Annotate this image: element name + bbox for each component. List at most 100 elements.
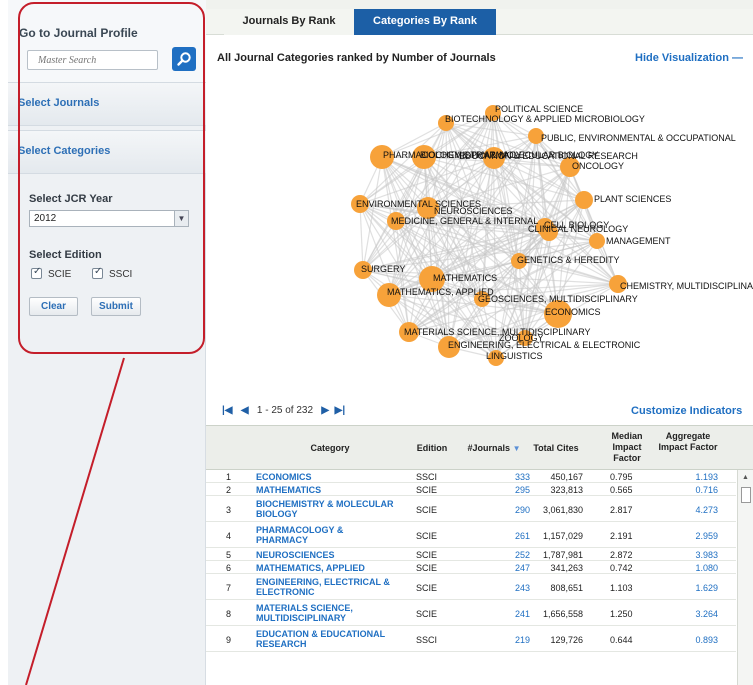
col-aggregate-impact[interactable]: Aggregate Impact Factor	[658, 431, 718, 453]
tab-categories-by-rank[interactable]: Categories By Rank	[354, 9, 496, 35]
category-link[interactable]: ENGINEERING, ELECTRICAL & ELECTRONIC	[256, 577, 396, 597]
journals-count-link[interactable]: 261	[510, 531, 530, 541]
table-row: 5 NEUROSCIENCES SCIE 252 1,787,981 2.872 3.983	[206, 548, 736, 561]
row-edition: SCIE	[416, 609, 438, 619]
row-edition: SCIE	[416, 583, 438, 593]
network-node-label: ECONOMICS	[545, 307, 601, 317]
journals-count-link[interactable]: 252	[510, 550, 530, 560]
col-journals[interactable]: #Journals ▼	[462, 443, 526, 454]
tab-journals-by-rank[interactable]: Journals By Rank	[224, 9, 354, 35]
journals-count-link[interactable]: 295	[510, 485, 530, 495]
network-node-label: ENGINEERING, ELECTRICAL & ELECTRONIC	[448, 340, 641, 350]
network-node-label: MATERIALS SCIENCE, MULTIDISCIPLINARY	[404, 327, 591, 337]
row-median-impact: 0.565	[610, 485, 633, 495]
row-total-cites: 1,656,558	[542, 609, 583, 619]
network-node-label: SURGERY	[361, 264, 405, 274]
journals-count-link[interactable]: 333	[510, 472, 530, 482]
network-node-label: MATHEMATICS	[433, 273, 497, 283]
network-node-label: CHEMISTRY, MULTIDISCIPLINARY	[620, 281, 753, 291]
category-link[interactable]: MATHEMATICS	[256, 485, 396, 495]
sort-desc-icon: ▼	[512, 444, 521, 453]
sidebar-highlight	[18, 2, 205, 354]
col-journals-label: #Journals	[467, 443, 511, 453]
row-rank: 4	[226, 531, 232, 541]
table-row: 6 MATHEMATICS, APPLIED SCIE 247 341,263 0.742…	[206, 561, 736, 574]
pager-range: 1 - 25 of 232	[256, 405, 314, 416]
aggregate-impact-link[interactable]: 0.893	[676, 635, 718, 645]
aggregate-impact-link[interactable]: 4.273	[676, 505, 718, 515]
row-edition: SSCI	[416, 472, 438, 482]
row-median-impact: 0.795	[610, 472, 633, 482]
network-node-label: MANAGEMENT	[606, 236, 671, 246]
network-edge	[359, 203, 364, 271]
row-total-cites: 450,167	[550, 472, 583, 482]
category-link[interactable]: ECONOMICS	[256, 472, 396, 482]
row-rank: 9	[226, 635, 232, 645]
network-node-label: CELL BIOLOGY	[544, 220, 609, 230]
category-link[interactable]: BIOCHEMISTRY & MOLECULAR BIOLOGY	[256, 499, 396, 519]
row-rank: 6	[226, 563, 232, 573]
row-median-impact: 0.742	[610, 563, 633, 573]
col-median-impact[interactable]: Median Impact Factor	[604, 431, 650, 464]
row-edition: SCIE	[416, 485, 438, 495]
journals-count-link[interactable]: 290	[510, 505, 530, 515]
table-row: 7 ENGINEERING, ELECTRICAL & ELECTRONIC SCI…	[206, 574, 736, 600]
network-node[interactable]	[589, 233, 605, 249]
aggregate-impact-link[interactable]: 1.629	[676, 583, 718, 593]
aggregate-impact-link[interactable]: 1.080	[676, 563, 718, 573]
prev-page-icon[interactable]: ◀	[241, 405, 249, 416]
aggregate-impact-link[interactable]: 3.983	[676, 550, 718, 560]
journals-count-link[interactable]: 247	[510, 563, 530, 573]
network-node-label: PLANT SCIENCES	[594, 194, 671, 204]
row-median-impact: 2.817	[610, 505, 633, 515]
row-median-impact: 1.250	[610, 609, 633, 619]
row-total-cites: 323,813	[550, 485, 583, 495]
table-row: 9 EDUCATION & EDUCATIONAL RESEARCH SSCI 219…	[206, 626, 736, 652]
col-category[interactable]: Category	[290, 443, 370, 454]
category-table: 1 ECONOMICS SSCI 333 450,167 0.795 1.193 2 MATHE…	[206, 470, 736, 685]
journals-count-link[interactable]: 241	[510, 609, 530, 619]
row-rank: 1	[226, 472, 232, 482]
journals-count-link[interactable]: 243	[510, 583, 530, 593]
category-link[interactable]: PHARMACOLOGY & PHARMACY	[256, 525, 396, 545]
next-page-icon[interactable]: ▶	[321, 405, 329, 416]
customize-indicators-link[interactable]: Customize Indicators	[631, 405, 742, 417]
row-rank: 8	[226, 609, 232, 619]
col-edition[interactable]: Edition	[412, 443, 452, 454]
network-node-label: BIOTECHNOLOGY & APPLIED MICROBIOLOGY	[445, 114, 645, 124]
minus-icon: —	[732, 52, 743, 64]
network-node-label: NEUROSCIENCES	[434, 206, 513, 216]
table-row: 3 BIOCHEMISTRY & MOLECULAR BIOLOGY SCIE 290…	[206, 496, 736, 522]
row-edition: SSCI	[416, 635, 438, 645]
row-rank: 5	[226, 550, 232, 560]
network-node-label: MEDICINE, GENERAL & INTERNAL	[391, 216, 538, 226]
category-network[interactable]: POLITICAL SCIENCEBIOTECHNOLOGY & APPLIED…	[206, 70, 753, 400]
row-total-cites: 1,157,029	[542, 531, 583, 541]
category-link[interactable]: NEUROSCIENCES	[256, 550, 396, 560]
pagination: |◀ ◀ 1 - 25 of 232 ▶ ▶|	[222, 405, 345, 416]
journals-count-link[interactable]: 219	[510, 635, 530, 645]
row-median-impact: 0.644	[610, 635, 633, 645]
col-total-cites[interactable]: Total Cites	[526, 443, 586, 454]
category-link[interactable]: MATERIALS SCIENCE, MULTIDISCIPLINARY	[256, 603, 396, 623]
row-rank: 3	[226, 505, 232, 515]
aggregate-impact-link[interactable]: 2.959	[676, 531, 718, 541]
scroll-up-icon[interactable]: ▲	[742, 474, 749, 481]
hide-visualization-link[interactable]: Hide Visualization —	[635, 52, 743, 64]
network-node-label: GEOSCIENCES, MULTIDISCIPLINARY	[478, 294, 638, 304]
category-link[interactable]: MATHEMATICS, APPLIED	[256, 563, 396, 573]
aggregate-impact-link[interactable]: 1.193	[676, 472, 718, 482]
table-row: 2 MATHEMATICS SCIE 295 323,813 0.565 0.716	[206, 483, 736, 496]
network-node[interactable]	[575, 191, 593, 209]
aggregate-impact-link[interactable]: 3.264	[676, 609, 718, 619]
table-scrollbar[interactable]: ▲	[737, 470, 753, 685]
row-edition: SCIE	[416, 550, 438, 560]
first-page-icon[interactable]: |◀	[222, 405, 233, 416]
aggregate-impact-link[interactable]: 0.716	[676, 485, 718, 495]
row-total-cites: 808,651	[550, 583, 583, 593]
scrollbar-thumb[interactable]	[741, 487, 751, 503]
category-link[interactable]: EDUCATION & EDUCATIONAL RESEARCH	[256, 629, 396, 649]
network-node-label: LINGUISTICS	[486, 351, 543, 361]
last-page-icon[interactable]: ▶|	[335, 405, 346, 416]
row-median-impact: 2.191	[610, 531, 633, 541]
